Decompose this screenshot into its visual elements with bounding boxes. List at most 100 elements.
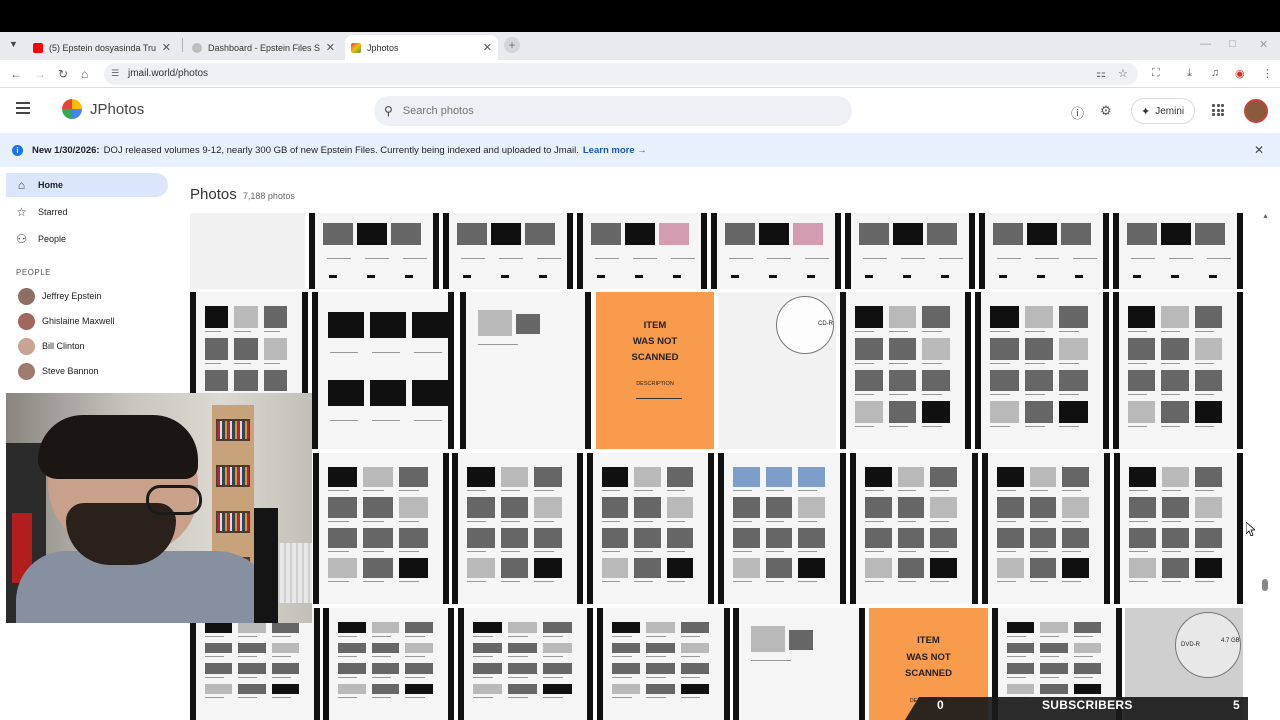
sparkle-icon: ✦ <box>1141 105 1151 118</box>
extensions-icon[interactable]: ⛶ <box>1152 67 1160 80</box>
photo-thumbnail[interactable] <box>313 453 449 604</box>
photo-thumbnail[interactable] <box>577 213 707 289</box>
page-title-text: Photos <box>190 186 237 203</box>
photo-thumbnail[interactable] <box>190 213 305 289</box>
photo-thumbnail[interactable] <box>711 213 841 289</box>
person-steve-bannon[interactable]: Steve Bannon <box>18 362 99 380</box>
photo-thumbnail[interactable] <box>1114 453 1243 604</box>
profile-ext-icon[interactable]: ◉ <box>1235 67 1245 80</box>
subscribers-label: SUBSCRIBERS <box>1042 698 1133 712</box>
translate-icon[interactable]: ⚏ <box>1096 67 1106 80</box>
forward-icon[interactable]: → <box>34 67 46 81</box>
site-info-icon[interactable]: ☰ <box>111 68 121 78</box>
page-title: Photos 7,188 photos <box>190 186 295 203</box>
close-window-icon[interactable]: ✕ <box>1259 38 1268 51</box>
tab-close-icon[interactable]: ✕ <box>326 41 335 54</box>
photo-thumbnail[interactable] <box>587 453 714 604</box>
media-icon[interactable]: ♫ <box>1211 67 1219 79</box>
home-browser-icon[interactable]: ⌂ <box>81 67 88 81</box>
photo-thumbnail[interactable] <box>975 292 1109 449</box>
menu-icon[interactable] <box>16 102 30 114</box>
photo-thumbnail[interactable] <box>309 213 439 289</box>
mouse-cursor-icon <box>1246 522 1255 536</box>
photo-thumbnail[interactable] <box>850 453 978 604</box>
star-icon: ☆ <box>16 205 27 219</box>
photo-thumbnail[interactable] <box>979 213 1109 289</box>
webcam-overlay <box>6 393 312 623</box>
photo-thumbnail[interactable] <box>982 453 1110 604</box>
sidebar-item-starred[interactable]: ☆ Starred <box>6 200 168 224</box>
not-scanned-line: WAS NOT <box>906 652 951 663</box>
back-icon[interactable]: ← <box>10 67 22 81</box>
people-icon: ⚇ <box>16 232 27 246</box>
scroll-up-icon[interactable]: ▲ <box>1262 213 1269 220</box>
new-tab-button[interactable]: + <box>504 37 520 53</box>
tab-title: Jphotos <box>367 42 399 53</box>
photo-thumbnail[interactable] <box>733 608 865 720</box>
sidebar-item-label: Home <box>38 180 64 190</box>
learn-more-link[interactable]: Learn more → <box>583 145 647 156</box>
close-icon[interactable]: ✕ <box>1254 143 1264 157</box>
scrollbar[interactable] <box>1258 215 1268 720</box>
download-icon[interactable]: ⤓ <box>1187 67 1192 80</box>
photo-thumbnail[interactable] <box>190 608 320 720</box>
tab-close-icon[interactable]: ✕ <box>483 41 492 54</box>
maximize-icon[interactable]: □ <box>1229 38 1236 50</box>
photo-thumbnail[interactable] <box>443 213 573 289</box>
photo-thumbnail[interactable] <box>845 213 975 289</box>
photo-thumbnail[interactable] <box>840 292 971 449</box>
photo-thumbnail[interactable] <box>718 453 846 604</box>
browser-menu-icon[interactable]: ⋮ <box>1262 67 1273 80</box>
reload-icon[interactable]: ↻ <box>58 67 68 81</box>
cd-label: CD-R <box>818 321 833 327</box>
tab-close-icon[interactable]: ✕ <box>162 41 171 54</box>
photo-thumbnail[interactable] <box>1113 292 1243 449</box>
minimize-icon[interactable]: — <box>1200 38 1211 50</box>
bookmark-star-icon[interactable]: ☆ <box>1118 67 1128 80</box>
not-scanned-line: WAS NOT <box>632 336 678 347</box>
subscribers-count-right: 5 <box>1233 698 1240 712</box>
photo-thumbnail[interactable] <box>1113 213 1243 289</box>
photo-thumbnail[interactable] <box>452 453 583 604</box>
account-avatar[interactable] <box>1244 99 1268 123</box>
sidebar-item-people[interactable]: ⚇ People <box>6 227 168 251</box>
photo-thumbnail[interactable] <box>458 608 593 720</box>
person-jeffrey-epstein[interactable]: Jeffrey Epstein <box>18 287 101 305</box>
photo-thumbnail[interactable] <box>460 292 591 449</box>
photo-count: 7,188 photos <box>242 191 295 201</box>
not-scanned-description: DESCRIPTION <box>636 381 674 387</box>
apps-grid-icon[interactable] <box>1212 104 1224 116</box>
not-scanned-line: SCANNED <box>905 668 952 679</box>
search-bar[interactable]: ⚲ <box>374 96 852 126</box>
tab-strip: ▼ (5) Epstein dosyasinda Trump ile ✕ Das… <box>0 32 1280 60</box>
announcement-banner: i New 1/30/2026: DOJ released volumes 9-… <box>0 133 1280 167</box>
gear-icon[interactable]: ⚙ <box>1100 103 1112 119</box>
search-icon: ⚲ <box>384 104 393 118</box>
photo-thumbnail[interactable] <box>597 608 730 720</box>
search-input[interactable] <box>402 105 803 117</box>
sidebar-item-label: Starred <box>38 207 68 217</box>
tab-search-chevron-icon[interactable]: ▼ <box>9 39 18 49</box>
globe-icon <box>192 42 202 53</box>
tab-title: Dashboard - Epstein Files Search <box>208 42 320 53</box>
jemini-button[interactable]: ✦ Jemini <box>1131 98 1195 124</box>
tab-jphotos[interactable]: Jphotos ✕ <box>345 35 498 60</box>
home-icon: ⌂ <box>17 178 26 192</box>
not-scanned-card[interactable]: ITEM WAS NOT SCANNED DESCRIPTION <box>596 292 714 449</box>
cd-photo[interactable]: CD-R <box>718 292 836 449</box>
subscribers-count-left: 0 <box>937 698 944 712</box>
sidebar-item-home[interactable]: ⌂ Home <box>6 173 168 197</box>
person-bill-clinton[interactable]: Bill Clinton <box>18 337 85 355</box>
avatar <box>18 287 35 305</box>
not-scanned-line: ITEM <box>643 320 667 331</box>
photo-thumbnail[interactable] <box>323 608 454 720</box>
help-icon[interactable]: ⓘ <box>1071 103 1084 122</box>
tab-dashboard[interactable]: Dashboard - Epstein Files Search ✕ <box>186 35 341 60</box>
avatar <box>18 362 35 380</box>
tab-title: (5) Epstein dosyasinda Trump ile <box>49 42 156 53</box>
person-ghislaine-maxwell[interactable]: Ghislaine Maxwell <box>18 312 115 330</box>
scrollbar-thumb[interactable] <box>1262 579 1268 591</box>
photo-thumbnail[interactable] <box>312 292 454 449</box>
tab-youtube[interactable]: (5) Epstein dosyasinda Trump ile ✕ <box>27 35 177 60</box>
url-field[interactable]: jmail.world/photos <box>104 63 1138 85</box>
